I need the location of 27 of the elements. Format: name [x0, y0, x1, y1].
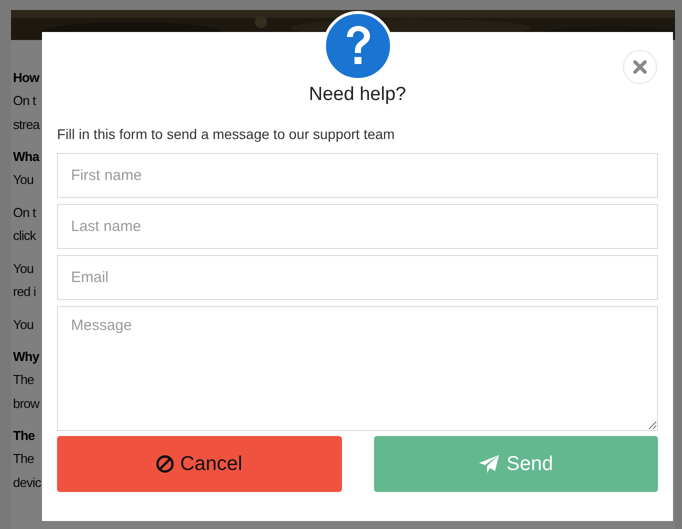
- intro-text: Fill in this form to send a message to our support team: [57, 125, 396, 144]
- section-heading: How: [13, 69, 39, 87]
- body-text: You: [13, 260, 34, 278]
- section-heading: Why: [13, 348, 39, 366]
- cancel-button[interactable]: Cancel: [57, 436, 342, 492]
- text-field[interactable]: Last name: [57, 204, 658, 249]
- body-text: click: [13, 227, 36, 245]
- message-field[interactable]: Message: [57, 306, 658, 431]
- body-text: On t: [13, 92, 36, 110]
- body-text: strea: [13, 116, 40, 134]
- body-text: brow: [13, 394, 40, 412]
- close-button[interactable]: [623, 50, 657, 84]
- body-text: red i: [13, 283, 36, 301]
- close-icon: [633, 60, 647, 74]
- section-heading: The: [13, 427, 35, 445]
- body-text: The: [13, 371, 34, 389]
- prohibited-icon: [156, 455, 174, 473]
- body-text: The: [13, 450, 34, 468]
- paper-plane-icon: [478, 454, 500, 474]
- section-heading: Wha: [13, 148, 39, 166]
- text-field[interactable]: Email: [57, 255, 658, 300]
- body-text: On t: [13, 204, 36, 222]
- text-field[interactable]: First name: [57, 153, 658, 198]
- body-text: devic: [13, 474, 41, 492]
- body-text: You: [13, 171, 34, 189]
- body-text: You: [13, 316, 34, 334]
- dialog-title: Need help?: [308, 83, 406, 107]
